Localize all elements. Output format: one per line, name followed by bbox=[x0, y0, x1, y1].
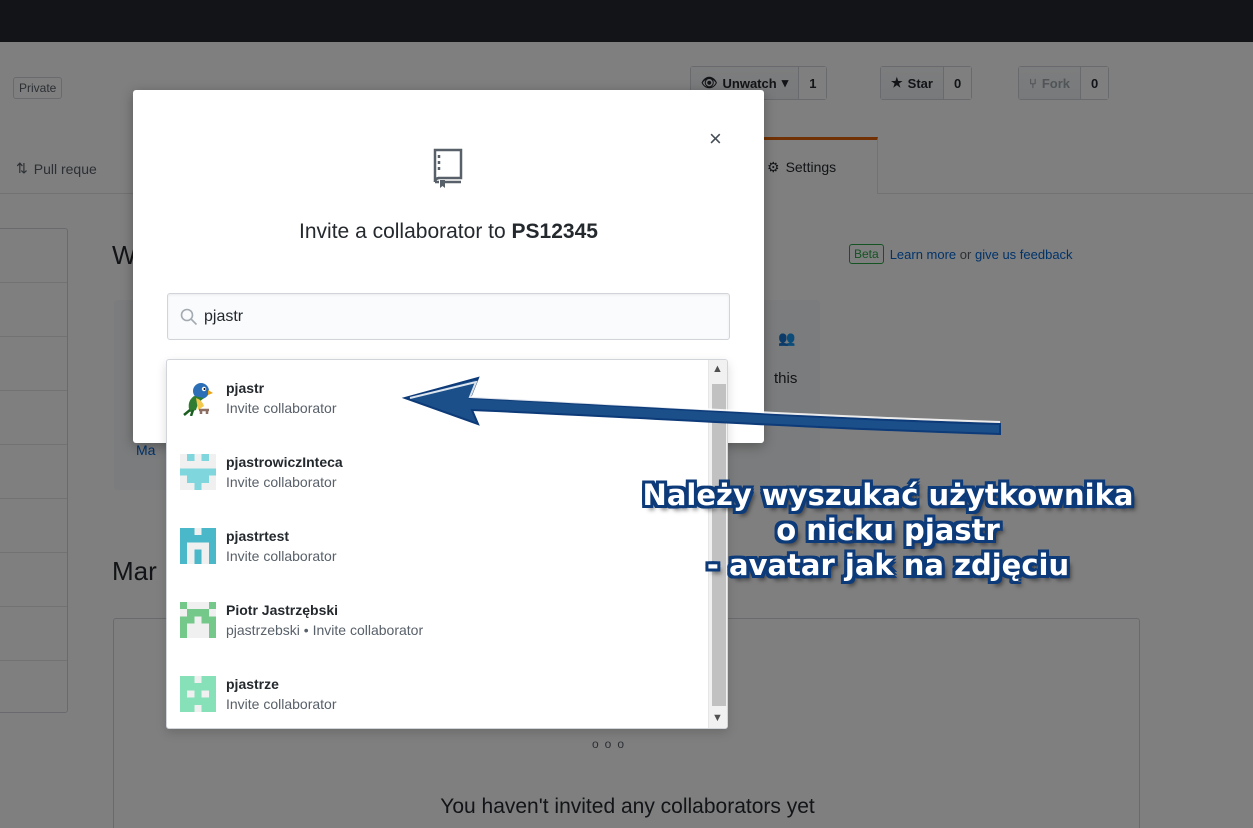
identicon-avatar bbox=[180, 602, 216, 638]
annotation-line: o nicku pjastr bbox=[776, 513, 1000, 547]
result-item-pjastr[interactable]: pjastr Invite collaborator bbox=[167, 362, 707, 434]
result-action: Invite collaborator bbox=[226, 696, 337, 712]
annotation-line: - avatar jak na zdjęciu bbox=[706, 548, 1070, 582]
result-action: Invite collaborator bbox=[226, 400, 337, 416]
result-name: pjastr bbox=[226, 380, 265, 396]
result-item-pjastrze[interactable]: pjastrze Invite collaborator bbox=[167, 658, 707, 728]
result-action: pjastrzebski • Invite collaborator bbox=[226, 622, 424, 638]
result-item-piotr-jastrzebski[interactable]: Piotr Jastrzębski pjastrzebski • Invite … bbox=[167, 584, 707, 656]
annotation-text: Należy wyszukać użytkownika o nicku pjas… bbox=[578, 478, 1198, 583]
result-name: pjastrze bbox=[226, 676, 279, 692]
identicon-avatar bbox=[180, 454, 216, 490]
scroll-up-icon[interactable]: ▲ bbox=[712, 363, 723, 375]
close-icon[interactable]: × bbox=[709, 126, 722, 152]
identicon-avatar bbox=[180, 676, 216, 712]
parrot-avatar-icon bbox=[183, 383, 213, 416]
dialog-title: Invite a collaborator to PS12345 bbox=[133, 220, 764, 244]
search-icon bbox=[180, 308, 198, 325]
result-action: Invite collaborator bbox=[226, 548, 337, 564]
repo-book-icon bbox=[433, 148, 463, 188]
result-action: Invite collaborator bbox=[226, 474, 337, 490]
dialog-title-prefix: Invite a collaborator to bbox=[299, 220, 506, 243]
identicon-avatar bbox=[180, 528, 216, 564]
scroll-down-icon[interactable]: ▼ bbox=[712, 712, 723, 724]
result-name: Piotr Jastrzębski bbox=[226, 602, 339, 618]
collaborator-search-input[interactable] bbox=[204, 307, 704, 326]
dialog-repo-name: PS12345 bbox=[511, 220, 598, 243]
collaborator-search-box[interactable] bbox=[167, 293, 730, 340]
result-name: pjastrtest bbox=[226, 528, 290, 544]
annotation-line: Należy wyszukać użytkownika bbox=[642, 478, 1134, 512]
result-name: pjastrowiczInteca bbox=[226, 454, 343, 470]
